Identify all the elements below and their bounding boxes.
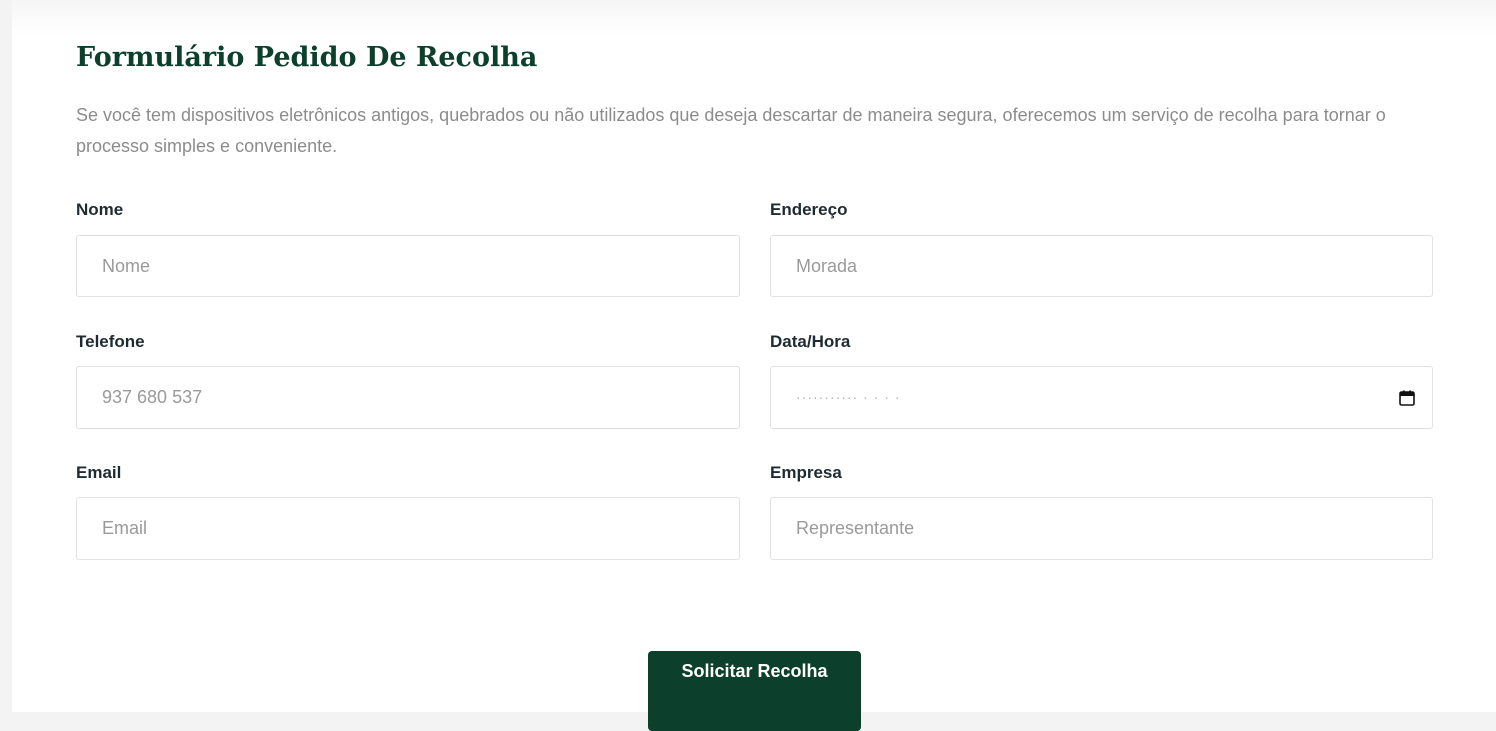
endereco-label: Endereço — [770, 200, 848, 219]
solicitar-recolha-button[interactable]: Solicitar Recolha — [648, 651, 861, 731]
nome-input[interactable] — [76, 235, 740, 297]
endereco-input[interactable] — [770, 235, 1433, 297]
empresa-label: Empresa — [770, 463, 842, 482]
nome-label: Nome — [76, 200, 124, 219]
telefone-label: Telefone — [76, 332, 145, 351]
data-hora-input[interactable]: ··········· · · · · — [770, 366, 1433, 429]
submit-button-label: Solicitar Recolha — [681, 661, 828, 681]
data-hora-label: Data/Hora — [770, 332, 851, 351]
calendar-icon[interactable] — [1399, 390, 1415, 406]
telefone-input[interactable] — [76, 366, 740, 429]
empresa-input[interactable] — [770, 497, 1433, 560]
email-label: Email — [76, 463, 122, 482]
date-placeholder: ··········· · · · · — [796, 389, 901, 405]
top-shadow — [12, 0, 1496, 36]
form-description: Se você tem dispositivos eletrônicos ant… — [76, 105, 1386, 156]
page-title: Formulário Pedido De Recolha — [76, 42, 538, 73]
page: Formulário Pedido De Recolha Se você tem… — [12, 0, 1496, 731]
email-input[interactable] — [76, 497, 740, 560]
